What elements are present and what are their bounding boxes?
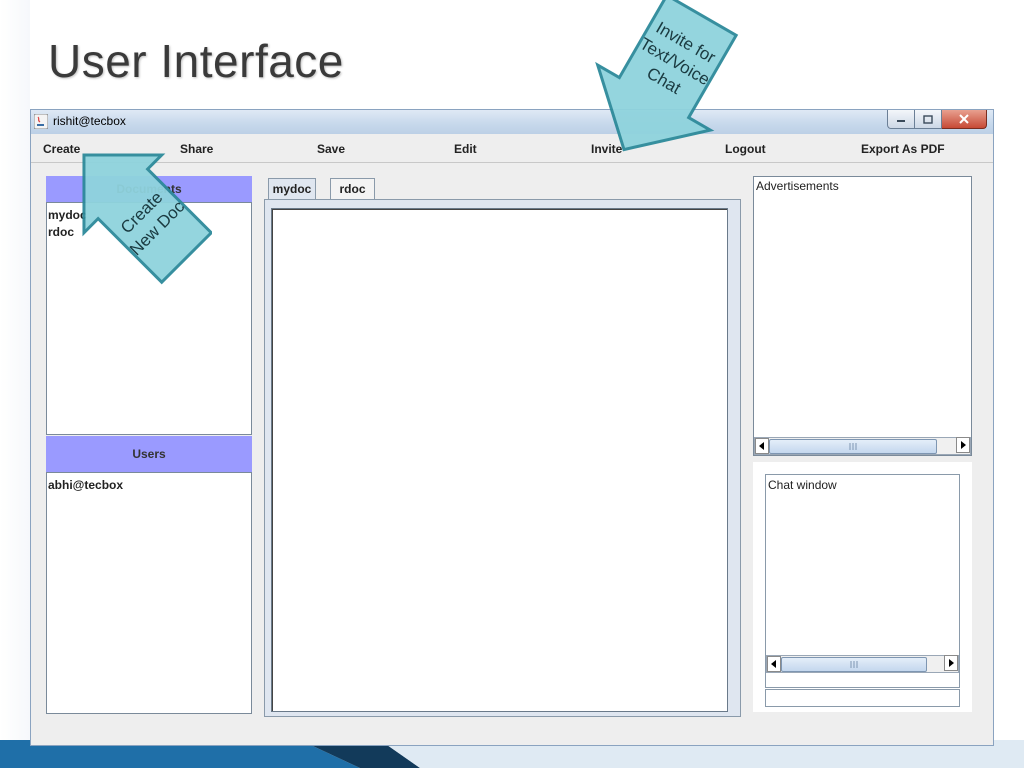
chat-window-box: Chat window: [765, 474, 960, 688]
document-editor[interactable]: [271, 208, 728, 712]
advertisements-panel: Advertisements: [753, 176, 972, 456]
chat-panel: Chat window: [753, 462, 972, 712]
java-app-icon: [34, 114, 48, 129]
arrow-right-icon: [961, 441, 966, 449]
menu-edit[interactable]: Edit: [454, 142, 477, 156]
minimize-icon: [897, 120, 905, 122]
chat-input[interactable]: [765, 689, 960, 707]
scroll-left-arrow[interactable]: [755, 438, 769, 454]
chat-horizontal-scrollbar[interactable]: [766, 655, 959, 673]
user-item[interactable]: abhi@tecbox: [48, 478, 123, 492]
slide-title: User Interface: [48, 35, 344, 87]
ads-horizontal-scrollbar[interactable]: [754, 437, 971, 455]
users-list: abhi@tecbox: [46, 472, 252, 714]
minimize-button[interactable]: [887, 110, 915, 129]
scroll-left-arrow[interactable]: [767, 656, 781, 672]
tab-panel: [264, 199, 741, 717]
create-callout-arrow: Create New Doc: [82, 153, 212, 285]
slide-left-decoration: [0, 0, 30, 768]
chat-window-label: Chat window: [768, 478, 837, 492]
grip-icon: [849, 443, 857, 450]
scroll-thumb[interactable]: [769, 439, 937, 454]
arrow-left-icon: [759, 442, 764, 450]
users-header: Users: [46, 436, 252, 472]
tab-rdoc[interactable]: rdoc: [330, 178, 375, 199]
tab-mydoc[interactable]: mydoc: [268, 178, 316, 199]
arrow-left-icon: [771, 660, 776, 668]
maximize-button[interactable]: [915, 110, 942, 129]
maximize-icon: [923, 114, 933, 124]
menu-export-pdf[interactable]: Export As PDF: [861, 142, 945, 156]
scroll-thumb[interactable]: [781, 657, 927, 672]
arrow-right-icon: [949, 659, 954, 667]
grip-icon: [850, 661, 858, 668]
invite-callout-arrow: Invite for Text/Voice Chat: [595, 0, 739, 152]
scroll-right-arrow[interactable]: [956, 437, 970, 453]
window-title: rishit@tecbox: [53, 114, 126, 128]
scroll-right-arrow[interactable]: [944, 655, 958, 671]
advertisements-label: Advertisements: [756, 179, 839, 193]
close-button[interactable]: [942, 110, 987, 129]
menu-save[interactable]: Save: [317, 142, 345, 156]
close-icon: [959, 114, 969, 124]
